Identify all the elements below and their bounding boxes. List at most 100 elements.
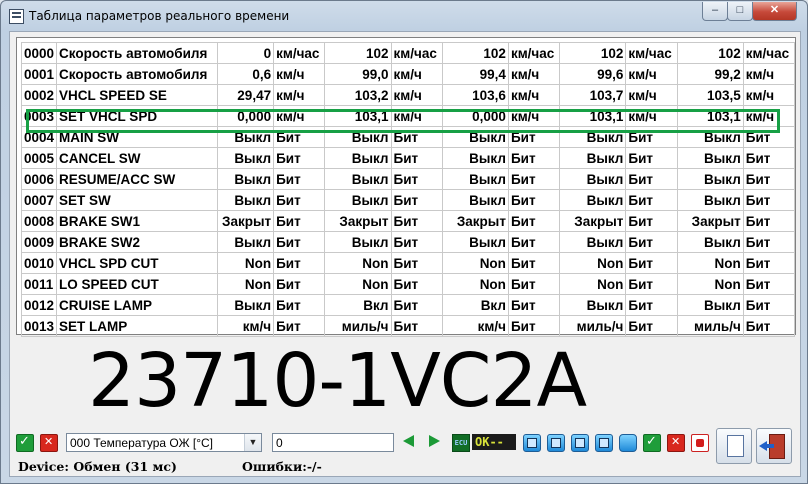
value-cell: Выкл xyxy=(216,189,275,211)
exit-button[interactable] xyxy=(756,428,792,464)
row-id-cell: 0011 xyxy=(20,273,58,295)
value-cell: 0 xyxy=(216,42,275,64)
value-cell: Выкл xyxy=(441,147,509,169)
value-cell: Выкл xyxy=(559,294,627,316)
table-row[interactable]: 0009 BRAKE SW2 Выкл Бит Выкл Бит Выкл Бит Выкл Би… xyxy=(20,231,796,253)
table-row[interactable]: 0006 RESUME/ACC SW Выкл Бит Выкл Бит Выкл Бит Вы… xyxy=(20,168,796,190)
unit-cell: Бит xyxy=(273,231,326,253)
cancel-icon[interactable] xyxy=(40,434,58,452)
parameter-grid[interactable]: 0000 Скорость автомобиля 0 км/час 102 км/час 1… xyxy=(16,37,796,337)
value-cell: Выкл xyxy=(216,126,275,148)
unit-cell: Бит xyxy=(507,273,561,295)
table-row[interactable]: 0003 SET VHCL SPD 0,000 км/ч 103,1 км/ч 0,000 к… xyxy=(20,105,796,127)
value-cell: миль/ч xyxy=(676,315,744,337)
row-id-cell: 0007 xyxy=(20,189,58,211)
row-name-cell: SET SW xyxy=(56,189,218,211)
unit-cell: Бит xyxy=(390,210,443,232)
value-cell: Выкл xyxy=(676,189,744,211)
ecu-icon[interactable]: ECU xyxy=(452,434,470,452)
unit-cell: Бит xyxy=(273,126,326,148)
unit-cell: Бит xyxy=(273,168,326,190)
value-cell: 102 xyxy=(676,42,744,64)
value-cell: Non xyxy=(441,252,509,274)
value-cell: Выкл xyxy=(216,231,275,253)
record-icon[interactable] xyxy=(523,434,541,452)
close-button[interactable]: ✕ xyxy=(752,2,797,21)
title-bar[interactable]: Таблица параметров реального времени – □… xyxy=(1,1,807,31)
window-icon[interactable] xyxy=(619,434,637,452)
delete-icon[interactable] xyxy=(667,434,685,452)
stop-icon[interactable] xyxy=(691,434,709,452)
unit-cell: км/ч xyxy=(273,105,326,127)
table-row[interactable]: 0012 CRUISE LAMP Выкл Бит Вкл Бит Вкл Бит Выкл Би… xyxy=(20,294,796,316)
unit-cell: Бит xyxy=(390,126,443,148)
table-row[interactable]: 0013 SET LAMP км/ч Бит миль/ч Бит км/ч Бит миль/… xyxy=(20,315,796,337)
value-cell: Выкл xyxy=(559,126,627,148)
value-cell: Выкл xyxy=(324,189,392,211)
list-icon[interactable] xyxy=(595,434,613,452)
unit-cell: Бит xyxy=(742,126,796,148)
unit-cell: км/ч xyxy=(507,84,561,106)
unit-cell: Бит xyxy=(625,273,678,295)
report-button[interactable] xyxy=(716,428,752,464)
unit-cell: км/ч xyxy=(625,84,678,106)
chevron-down-icon[interactable]: ▼ xyxy=(244,434,261,451)
row-name-cell: VHCL SPEED SE xyxy=(56,84,218,106)
unit-cell: км/ч xyxy=(390,63,443,85)
unit-cell: Бит xyxy=(273,210,326,232)
unit-cell: Бит xyxy=(625,189,678,211)
unit-cell: Бит xyxy=(273,252,326,274)
minimize-button[interactable]: – xyxy=(702,2,728,21)
arrow-left-icon[interactable] xyxy=(403,435,414,447)
arrow-right-icon[interactable] xyxy=(429,435,440,447)
value-cell: Выкл xyxy=(559,147,627,169)
table-row[interactable]: 0011 LO SPEED CUT Non Бит Non Бит Non Бит Non Бит… xyxy=(20,273,796,295)
value-cell: Выкл xyxy=(324,126,392,148)
table-icon[interactable] xyxy=(571,434,589,452)
table-row[interactable]: 0007 SET SW Выкл Бит Выкл Бит Выкл Бит Выкл Бит Вы… xyxy=(20,189,796,211)
unit-cell: Бит xyxy=(507,252,561,274)
errors-status: Ошибки:-/- xyxy=(242,459,322,474)
unit-cell: Бит xyxy=(273,294,326,316)
unit-cell: Бит xyxy=(625,252,678,274)
unit-cell: Бит xyxy=(742,231,796,253)
table-row[interactable]: 0000 Скорость автомобиля 0 км/час 102 км/час 1… xyxy=(20,42,796,64)
unit-cell: км/ч xyxy=(625,63,678,85)
value-cell: Выкл xyxy=(324,147,392,169)
value-cell: Non xyxy=(216,273,275,295)
value-cell: 29,47 xyxy=(216,84,275,106)
table-row[interactable]: 0010 VHCL SPD CUT Non Бит Non Бит Non Бит Non Бит… xyxy=(20,252,796,274)
value-cell: 0,000 xyxy=(441,105,509,127)
value-cell: Выкл xyxy=(441,168,509,190)
window-title: Таблица параметров реального времени xyxy=(29,9,290,23)
row-id-cell: 0010 xyxy=(20,252,58,274)
unit-cell: км/ч xyxy=(742,63,796,85)
value-cell: Закрыт xyxy=(441,210,509,232)
maximize-button[interactable]: □ xyxy=(727,2,753,21)
value-cell: км/ч xyxy=(441,315,509,337)
graph-icon[interactable] xyxy=(547,434,565,452)
unit-cell: км/ч xyxy=(507,105,561,127)
table-row[interactable]: 0008 BRAKE SW1 Закрыт Бит Закрыт Бит Закрыт Бит… xyxy=(20,210,796,232)
unit-cell: км/ч xyxy=(273,63,326,85)
table-row[interactable]: 0005 CANCEL SW Выкл Бит Выкл Бит Выкл Бит Выкл Би… xyxy=(20,147,796,169)
unit-cell: Бит xyxy=(742,273,796,295)
unit-cell: км/ч xyxy=(625,105,678,127)
accept-icon[interactable] xyxy=(16,434,34,452)
value-cell: Закрыт xyxy=(559,210,627,232)
table-row[interactable]: 0002 VHCL SPEED SE 29,47 км/ч 103,2 км/ч 103,6… xyxy=(20,84,796,106)
unit-cell: Бит xyxy=(625,168,678,190)
table-row[interactable]: 0001 Скорость автомобиля 0,6 км/ч 99,0 км/ч 99… xyxy=(20,63,796,85)
parameter-select[interactable]: 000 Температура ОЖ [°C] ▼ xyxy=(66,433,262,452)
value-input[interactable]: 0 xyxy=(272,433,394,452)
value-cell: Non xyxy=(559,252,627,274)
value-cell: Non xyxy=(324,252,392,274)
value-cell: Non xyxy=(216,252,275,274)
apply-icon[interactable] xyxy=(643,434,661,452)
unit-cell: Бит xyxy=(390,294,443,316)
row-id-cell: 0009 xyxy=(20,231,58,253)
value-cell: Non xyxy=(441,273,509,295)
value-cell: миль/ч xyxy=(559,315,627,337)
table-row[interactable]: 0004 MAIN SW Выкл Бит Выкл Бит Выкл Бит Выкл Бит В… xyxy=(20,126,796,148)
value-cell: Выкл xyxy=(559,189,627,211)
